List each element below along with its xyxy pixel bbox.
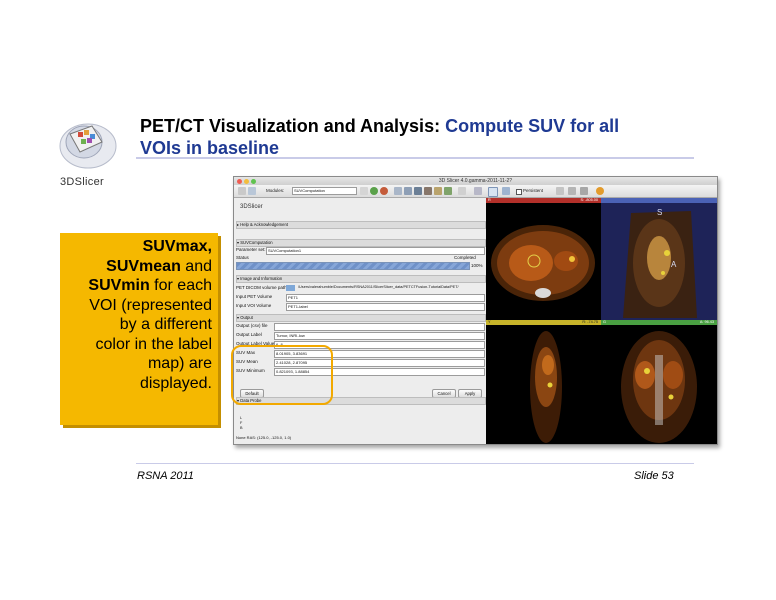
slide-title: PET/CT Visualization and Analysis: Compu… bbox=[140, 115, 700, 159]
input-pet-label: Input PET Volume bbox=[236, 294, 273, 299]
module-forward-icon[interactable] bbox=[370, 187, 378, 195]
logo-text: 3DSlicer bbox=[60, 176, 104, 188]
suv-results-highlight bbox=[231, 345, 333, 405]
3d-label-a: A bbox=[671, 260, 677, 269]
output-section-header[interactable]: ▾ Output bbox=[236, 314, 486, 322]
3d-view[interactable]: S A bbox=[601, 198, 717, 320]
footer-slide-number: Slide 53 bbox=[634, 470, 674, 482]
callout-line-3: for each bbox=[149, 277, 212, 294]
input-pet-select[interactable]: PET1 bbox=[286, 294, 485, 302]
models-icon[interactable] bbox=[424, 187, 432, 195]
red-view-label: R bbox=[488, 198, 491, 202]
persistent-checkbox[interactable] bbox=[516, 189, 522, 195]
callout-line-7: map) are bbox=[147, 355, 212, 372]
callout-line-2: and bbox=[180, 257, 212, 275]
probe-b: B bbox=[240, 426, 243, 430]
dicom-path-value: /Users/valerahumble/Documents/RSNA2011/S… bbox=[298, 285, 459, 289]
save-icon[interactable] bbox=[248, 187, 256, 195]
help-section-label: Help & Acknowledgement bbox=[240, 222, 288, 227]
status-value: Completed bbox=[454, 255, 476, 260]
callout-line-5: by a different bbox=[119, 316, 212, 333]
minimize-window-icon[interactable] bbox=[244, 178, 249, 184]
toolbar: Modules: SUVComputation Persistent bbox=[234, 185, 717, 198]
window-titlebar: 3D Slicer 4.0.gamma-2011-11-2? bbox=[234, 177, 717, 185]
yellow-view-label: Y bbox=[488, 320, 491, 324]
axial-pet-ct-image bbox=[491, 225, 595, 301]
sagittal-pet-ct-image bbox=[530, 331, 562, 443]
home-icon[interactable] bbox=[394, 187, 402, 195]
callout-line-4: VOI (represented bbox=[89, 296, 212, 314]
param-set-select[interactable]: SUVComputation1 bbox=[266, 247, 485, 255]
image-info-section-label: Image and Information bbox=[240, 276, 283, 281]
window-title: 3D Slicer 4.0.gamma-2011-11-2? bbox=[438, 178, 513, 184]
module-history-icon[interactable] bbox=[380, 187, 388, 195]
persistent-label: Persistent bbox=[523, 188, 544, 193]
red-slice-view[interactable]: R S: -805.00 bbox=[486, 198, 601, 320]
module-panel: 3DSlicer ▸ Help & Acknowledgement ▾ SUVC… bbox=[234, 198, 486, 444]
callout-line-8: displayed. bbox=[139, 374, 212, 392]
callout-line-6: color in the label bbox=[95, 335, 212, 353]
output-label-label: Output Label bbox=[236, 332, 262, 337]
zoom-window-icon[interactable] bbox=[251, 178, 256, 184]
folder-icon[interactable] bbox=[286, 285, 295, 291]
slice-views: R S: -805.00 S A Y R: -74.75 G A: 96.43 bbox=[486, 198, 717, 444]
suv-section-header[interactable]: ▾ SUVComputation bbox=[236, 239, 486, 247]
module-select[interactable]: SUVComputation bbox=[292, 187, 357, 195]
footer-divider bbox=[136, 463, 694, 464]
callout-line-1: SUVmax, bbox=[142, 238, 212, 255]
callout-box: SUVmax, SUVmean and SUVmin for each VOI … bbox=[60, 233, 218, 425]
load-data-icon[interactable] bbox=[238, 187, 246, 195]
output-section-label: Output bbox=[240, 315, 253, 320]
crosshair-mode-icon[interactable] bbox=[502, 187, 510, 195]
3d-label-s: S bbox=[657, 208, 663, 217]
data-icon[interactable] bbox=[404, 187, 412, 195]
input-voi-select[interactable]: PET1-label bbox=[286, 303, 485, 311]
screenshot-icon[interactable] bbox=[556, 187, 564, 195]
3d-render-image bbox=[601, 203, 717, 320]
crosshair-icon[interactable] bbox=[596, 187, 604, 195]
close-window-icon[interactable] bbox=[237, 178, 242, 184]
view-icon[interactable] bbox=[488, 187, 498, 197]
title-divider bbox=[136, 157, 694, 159]
status-label: Status bbox=[236, 255, 249, 260]
footer-conference: RSNA 2011 bbox=[137, 470, 194, 482]
output-label-field[interactable]: Tumor, INRI-low bbox=[274, 332, 485, 340]
title-part2: Compute SUV for all bbox=[445, 116, 620, 136]
output-csv-field[interactable] bbox=[274, 323, 485, 331]
transforms-icon[interactable] bbox=[434, 187, 442, 195]
help-section-header[interactable]: ▸ Help & Acknowledgement bbox=[236, 221, 486, 229]
volumes-icon[interactable] bbox=[414, 187, 422, 195]
suv-section-label: SUVComputation bbox=[240, 240, 273, 245]
dicom-path-label: PET DICOM volume path: bbox=[236, 285, 288, 290]
param-set-label: Parameter set: bbox=[236, 247, 266, 252]
callout-suvmean: SUVmean bbox=[106, 257, 181, 275]
title-part1: PET/CT Visualization and Analysis: bbox=[140, 116, 441, 136]
progress-bar bbox=[236, 262, 470, 270]
layout-icon[interactable] bbox=[474, 187, 482, 195]
status-bar: None RAS: (125.0, -125.0, 1.0) bbox=[236, 435, 292, 440]
green-view-label: G bbox=[603, 320, 606, 324]
progress-value: 100% bbox=[471, 263, 483, 268]
callout-text: SUVmax, SUVmean and SUVmin for each VOI … bbox=[62, 237, 212, 393]
modules-label: Modules: bbox=[266, 188, 285, 193]
coronal-pet-ct-image bbox=[621, 331, 697, 443]
panel-brand: 3DSlicer bbox=[240, 204, 263, 210]
snapshot-icon[interactable] bbox=[580, 187, 588, 195]
image-info-section-header[interactable]: ▾ Image and Information bbox=[236, 275, 486, 283]
callout-suvmin: SUVmin bbox=[88, 277, 150, 294]
output-csv-label: Output (csv) file bbox=[236, 323, 268, 328]
title-part3: VOIs in baseline bbox=[140, 138, 280, 158]
module-back-icon[interactable] bbox=[360, 187, 368, 195]
yellow-slice-view[interactable]: Y R: -74.75 bbox=[486, 320, 601, 444]
mouse-mode-icon[interactable] bbox=[458, 187, 466, 195]
input-voi-label: Input VOI Volume bbox=[236, 303, 272, 308]
editor-icon[interactable] bbox=[444, 187, 452, 195]
scene-view-icon[interactable] bbox=[568, 187, 576, 195]
green-slice-view[interactable]: G A: 96.43 bbox=[601, 320, 717, 444]
